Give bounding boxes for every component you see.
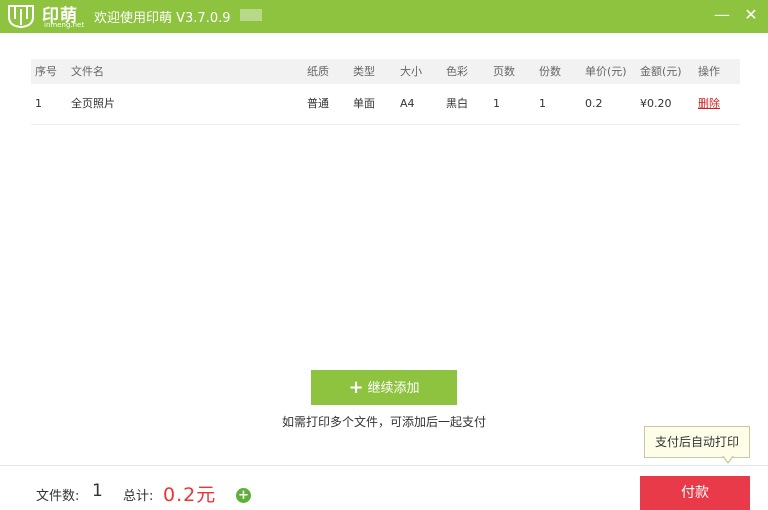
add-more-button[interactable]: + 继续添加 [311, 370, 457, 405]
delete-link[interactable]: 删除 [698, 84, 720, 124]
header-type: 类型 [353, 65, 375, 78]
cell-index: 1 [35, 97, 42, 110]
cell-pages: 1 [493, 97, 500, 110]
file-table: 序号 文件名 纸质 类型 大小 色彩 页数 份数 单价(元) 金额(元) 操作 … [31, 59, 740, 125]
header-color: 色彩 [446, 65, 468, 78]
logo-subtext: inmeng.net [44, 21, 85, 29]
close-button[interactable]: ✕ [741, 5, 761, 25]
window-title: 欢迎使用印萌 V3.7.0.9 [94, 11, 231, 26]
header-unit-price: 单价(元) [585, 65, 627, 78]
pay-button[interactable]: 付款 [640, 476, 750, 510]
cell-paper: 普通 [307, 97, 329, 110]
file-count-label: 文件数: [36, 489, 80, 504]
auto-print-tooltip: 支付后自动打印 [644, 426, 750, 458]
file-count-value: 1 [92, 481, 103, 501]
plus-icon: + [348, 377, 364, 398]
tooltip-arrow-fill [723, 455, 733, 462]
header-index: 序号 [35, 65, 57, 78]
logo-mark-icon [8, 5, 34, 29]
footer-bar: 文件数: 1 总计: 0.2元 + 付款 [0, 466, 768, 510]
cell-type: 单面 [353, 97, 375, 110]
app-logo: 印萌 inmeng.net [6, 2, 96, 32]
total-label: 总计: [123, 489, 154, 504]
header-pages: 页数 [493, 65, 515, 78]
cell-amount: ¥0.20 [640, 97, 672, 110]
cell-unit-price: 0.2 [585, 97, 603, 110]
table-row: 1 全页照片 普通 单面 A4 黑白 1 1 0.2 ¥0.20 删除 [31, 84, 740, 125]
header-action: 操作 [698, 65, 720, 78]
header-copies: 份数 [539, 65, 561, 78]
header-size: 大小 [400, 65, 422, 78]
table-header: 序号 文件名 纸质 类型 大小 色彩 页数 份数 单价(元) 金额(元) 操作 [31, 59, 740, 84]
cell-size: A4 [400, 97, 415, 110]
header-paper: 纸质 [307, 65, 329, 78]
add-more-label: 继续添加 [367, 381, 420, 396]
minimize-button[interactable]: — [712, 5, 732, 25]
cell-filename: 全页照片 [71, 97, 115, 110]
add-circle-icon[interactable]: + [236, 488, 251, 503]
header-amount: 金额(元) [640, 65, 682, 78]
title-decoration [240, 9, 262, 21]
cell-copies: 1 [539, 97, 546, 110]
total-value: 0.2元 [163, 484, 217, 506]
title-bar: 印萌 inmeng.net 欢迎使用印萌 V3.7.0.9 — ✕ [0, 0, 768, 33]
cell-color: 黑白 [446, 97, 468, 110]
header-filename: 文件名 [71, 65, 104, 78]
